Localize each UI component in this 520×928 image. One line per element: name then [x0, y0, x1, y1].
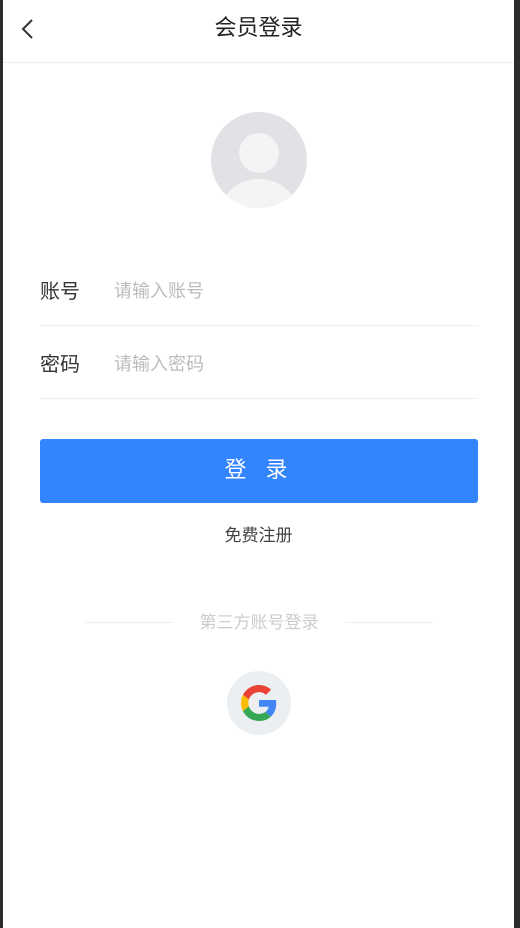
- avatar: [211, 112, 307, 208]
- register-link[interactable]: 免费注册: [3, 524, 514, 548]
- google-login-button[interactable]: [227, 671, 291, 735]
- top-bar: 会员登录: [3, 0, 514, 63]
- third-party-label: 第三方账号登录: [199, 613, 319, 633]
- page-title: 会员登录: [214, 16, 303, 41]
- account-row: 账号: [40, 254, 478, 326]
- password-label: 密码: [40, 352, 80, 376]
- account-label: 账号: [40, 279, 80, 303]
- divider-line-right: [345, 622, 433, 623]
- login-page: 会员登录 账号 密码 登 录 免费注册 第三方账号登录: [3, 0, 514, 928]
- login-button[interactable]: 登 录: [40, 439, 478, 503]
- default-avatar-icon: [211, 112, 307, 208]
- password-row: 密码: [40, 327, 478, 399]
- third-party-divider: 第三方账号登录: [85, 611, 433, 635]
- password-input[interactable]: [114, 347, 464, 381]
- account-input[interactable]: [114, 274, 464, 308]
